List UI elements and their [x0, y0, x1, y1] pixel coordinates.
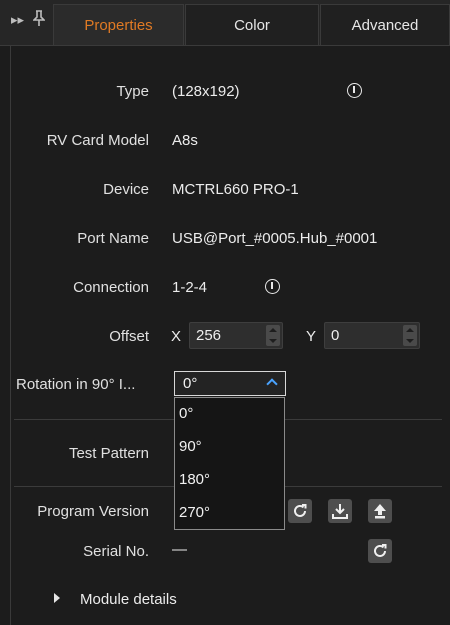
rv-card-model-label: RV Card Model: [46, 132, 149, 149]
device-value: MCTRL660 PRO-1: [172, 181, 299, 198]
rotation-option-270[interactable]: 270°: [179, 504, 210, 521]
expand-triangle-icon[interactable]: [54, 593, 60, 603]
module-details-toggle[interactable]: Module details: [80, 591, 177, 608]
refresh-version-button[interactable]: [288, 499, 312, 523]
refresh-icon: [294, 504, 307, 517]
offset-x-input[interactable]: 256: [189, 322, 283, 349]
upload-icon: [374, 504, 386, 519]
test-pattern-label: Test Pattern: [68, 445, 149, 462]
tab-bar: ▸▸ Properties Color Advanced: [0, 0, 450, 46]
offset-x-label: X: [171, 328, 182, 345]
offset-label: Offset: [109, 328, 149, 345]
program-version-label: Program Version: [37, 503, 149, 520]
offset-y-input[interactable]: 0: [324, 322, 420, 349]
serial-no-label: Serial No.: [83, 543, 149, 560]
rotation-label: Rotation in 90° I...: [16, 376, 136, 393]
upload-button[interactable]: [368, 499, 392, 523]
offset-y-stepper[interactable]: [403, 325, 417, 346]
tab-advanced[interactable]: Advanced: [320, 4, 450, 45]
rotation-select[interactable]: 0°: [174, 371, 286, 396]
type-info-icon[interactable]: [347, 83, 362, 98]
offset-y-value: 0: [331, 327, 340, 344]
download-icon: [332, 504, 348, 519]
connection-value: 1-2-4: [172, 279, 208, 296]
port-name-label: Port Name: [77, 230, 149, 247]
rotation-option-90[interactable]: 90°: [179, 438, 202, 455]
offset-x-value: 256: [196, 327, 222, 344]
rotation-option-0[interactable]: 0°: [179, 405, 193, 422]
device-label: Device: [103, 181, 149, 198]
connection-label: Connection: [73, 279, 149, 296]
type-label: Type: [116, 83, 149, 100]
rotation-selected-value: 0°: [183, 375, 198, 392]
offset-x-stepper[interactable]: [266, 325, 280, 346]
serial-no-value: —: [172, 541, 187, 558]
refresh-icon: [374, 544, 387, 557]
tab-properties[interactable]: Properties: [53, 4, 184, 45]
refresh-serial-button[interactable]: [368, 539, 392, 563]
download-button[interactable]: [328, 499, 352, 523]
type-value: (128x192): [172, 83, 240, 100]
pin-icon[interactable]: [32, 10, 46, 29]
rv-card-model-value: A8s: [172, 132, 198, 149]
tab-color[interactable]: Color: [185, 4, 319, 45]
rotation-option-180[interactable]: 180°: [179, 471, 210, 488]
offset-y-label: Y: [306, 328, 317, 345]
port-name-value: USB@Port_#0005.Hub_#0001: [172, 230, 378, 247]
connection-info-icon[interactable]: [265, 279, 280, 294]
expand-icon[interactable]: ▸▸: [11, 12, 24, 28]
rotation-dropdown: 0° 90° 180° 270°: [174, 397, 285, 530]
chevron-up-icon: [266, 378, 278, 390]
